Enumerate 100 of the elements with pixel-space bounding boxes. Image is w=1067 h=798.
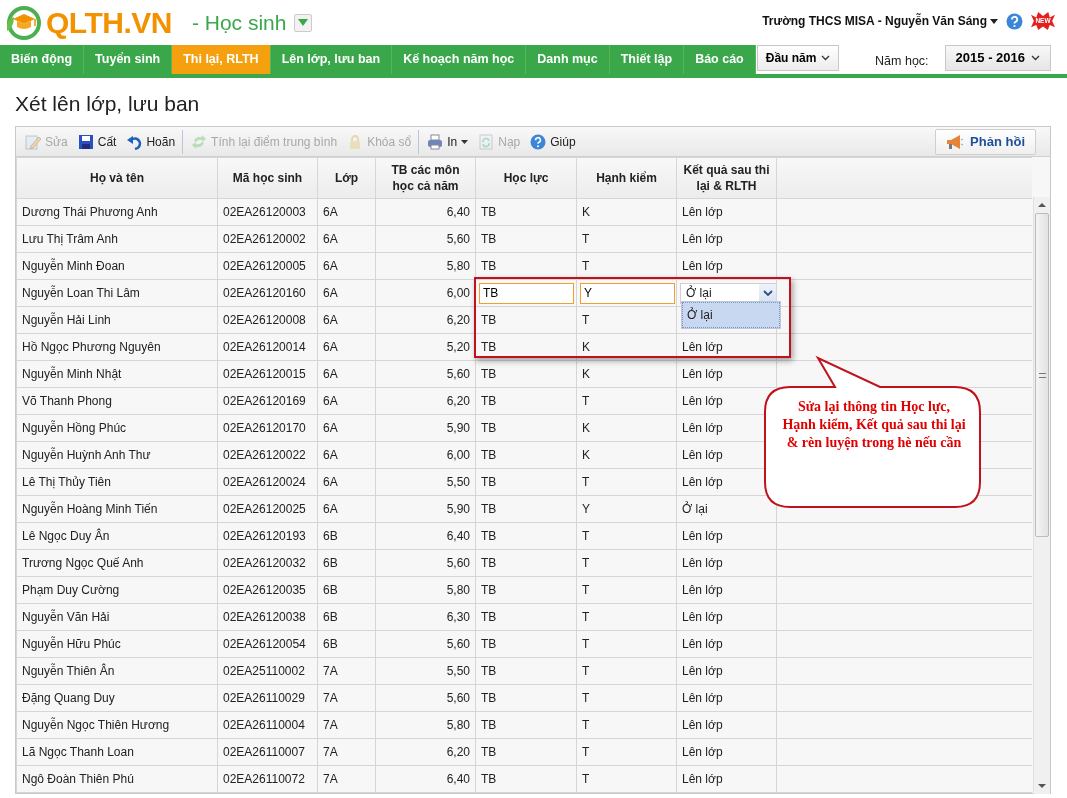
period-dropdown[interactable]: Đầu năm — [756, 45, 840, 71]
column-header[interactable]: Kết quả sau thi lại & RLTH — [676, 157, 777, 199]
column-header[interactable]: Mã học sinh — [217, 157, 318, 199]
megaphone-icon — [946, 133, 965, 150]
table-cell: 5,60 — [375, 549, 476, 577]
table-cell: 02EA26120032 — [217, 549, 318, 577]
table-cell: 5,60 — [375, 225, 476, 253]
toolbar-button[interactable]: Giúp — [525, 129, 581, 154]
table-cell: 6A — [317, 414, 376, 442]
table-cell: TB — [475, 684, 577, 712]
table-cell: TB — [475, 198, 577, 226]
table-cell: TB — [475, 225, 577, 253]
table-cell: T — [576, 630, 677, 658]
column-header[interactable]: Lớp — [317, 157, 376, 199]
table-cell: 7A — [317, 711, 376, 739]
table-cell: Lên lớp — [676, 576, 777, 604]
table-cell: 6,30 — [375, 603, 476, 631]
column-header[interactable]: Họ và tên — [16, 157, 218, 199]
table-cell: T — [576, 711, 677, 739]
table-cell: 7A — [317, 738, 376, 766]
input-field[interactable]: TB — [479, 282, 574, 304]
callout-text: Sửa lại thông tin Học lực, Hạnh kiểm, Kết quả sau thi lại & rèn luyện trong hè nếu cần — [781, 398, 967, 452]
table-cell: 6,40 — [375, 765, 476, 793]
table-cell: Lên lớp — [676, 603, 777, 631]
toolbar-button[interactable]: In — [422, 129, 474, 154]
table-cell: Nguyễn Minh Nhật — [16, 360, 218, 388]
chevron-icon — [1031, 55, 1040, 61]
table-cell: Trương Ngọc Quế Anh — [16, 549, 218, 577]
table-cell: 5,80 — [375, 711, 476, 739]
table-cell: T — [576, 576, 677, 604]
feedback-button[interactable]: Phản hồi — [935, 128, 1036, 155]
table-cell: TB — [475, 711, 577, 739]
chevron-icon — [821, 55, 831, 61]
table-cell: TB — [475, 765, 577, 793]
table-cell: Y — [576, 495, 677, 523]
table-cell: 02EA26110007 — [217, 738, 318, 766]
help-icon[interactable] — [1006, 12, 1023, 30]
table-cell: Nguyễn Hoàng Minh Tiến — [16, 495, 218, 523]
module-title: - Học sinh — [191, 12, 287, 33]
caret-icon — [990, 18, 998, 24]
table-cell: 6B — [317, 549, 376, 577]
table-cell: Lên lớp — [676, 657, 777, 685]
module-dropdown-button[interactable] — [294, 13, 313, 32]
table-cell: 6A — [317, 387, 376, 415]
table-cell: 5,80 — [375, 252, 476, 280]
table-cell: Lê Thị Thủy Tiên — [16, 468, 218, 496]
table-cell: 02EA26110004 — [217, 711, 318, 739]
logo-icon — [4, 4, 42, 41]
table-cell: 02EA26120054 — [217, 630, 318, 658]
table-cell: TB — [475, 549, 577, 577]
table-cell: 7A — [317, 765, 376, 793]
table-cell: 6A — [317, 279, 376, 307]
result-combobox[interactable]: Ở lại — [680, 282, 776, 304]
table-cell: Nguyễn Thiên Ân — [16, 657, 218, 685]
table-cell: TB — [475, 414, 577, 442]
scrollbar[interactable] — [1033, 197, 1050, 794]
table-cell: 6,40 — [375, 522, 476, 550]
table-cell: 6A — [317, 252, 376, 280]
chevron-icon — [763, 290, 773, 296]
table-cell: 02EA26120025 — [217, 495, 318, 523]
table-cell: 6B — [317, 603, 376, 631]
table-cell: TB — [475, 630, 577, 658]
dropdown-option[interactable]: Ở lại — [682, 302, 780, 328]
year-dropdown[interactable]: 2015 - 2016 — [944, 45, 1051, 71]
table-cell: 6A — [317, 225, 376, 253]
table-cell: K — [576, 333, 677, 361]
table-cell: Lê Ngọc Duy Ân — [16, 522, 218, 550]
table-cell: Nguyễn Hữu Phúc — [16, 630, 218, 658]
table-cell: TB — [475, 522, 577, 550]
page-title: Xét lên lớp, lưu ban — [14, 91, 201, 117]
table-cell: TB — [475, 468, 577, 496]
column-header[interactable]: Học lực — [475, 157, 577, 199]
table-cell: 5,90 — [375, 495, 476, 523]
table-cell: Nguyễn Ngọc Thiên Hương — [16, 711, 218, 739]
table-cell: 5,60 — [375, 630, 476, 658]
table-cell: 02EA26120015 — [217, 360, 318, 388]
table-cell: TB — [475, 252, 577, 280]
table-cell: 6,20 — [375, 387, 476, 415]
table-cell: 02EA26120035 — [217, 576, 318, 604]
table-cell: TB — [475, 576, 577, 604]
toolbar-button[interactable]: Hoãn — [121, 129, 184, 154]
table-cell: 5,90 — [375, 414, 476, 442]
table-cell: 6,40 — [375, 198, 476, 226]
table-cell: TB — [475, 441, 577, 469]
table-cell: Nguyễn Hải Linh — [16, 306, 218, 334]
table-cell: 02EA26120169 — [217, 387, 318, 415]
table-cell: K — [576, 360, 677, 388]
table-cell: 5,50 — [375, 468, 476, 496]
table-cell: Võ Thanh Phong — [16, 387, 218, 415]
table-cell: 6,00 — [375, 441, 476, 469]
table-cell: Lên lớp — [676, 333, 777, 361]
table-cell: TB — [475, 333, 577, 361]
table-cell: Nguyễn Loan Thi Lâm — [16, 279, 218, 307]
toolbar-button[interactable]: Cất — [72, 129, 122, 154]
user-menu[interactable]: Trường THCS MISA - Nguyễn Văn Sáng — [762, 12, 987, 30]
column-header[interactable]: TB các môn học cả năm — [375, 157, 476, 199]
column-header[interactable]: Hạnh kiểm — [576, 157, 677, 199]
logo-text: QLTH.VN — [46, 7, 172, 38]
table-cell: 02EA26120002 — [217, 225, 318, 253]
input-field[interactable]: Y — [580, 282, 675, 304]
